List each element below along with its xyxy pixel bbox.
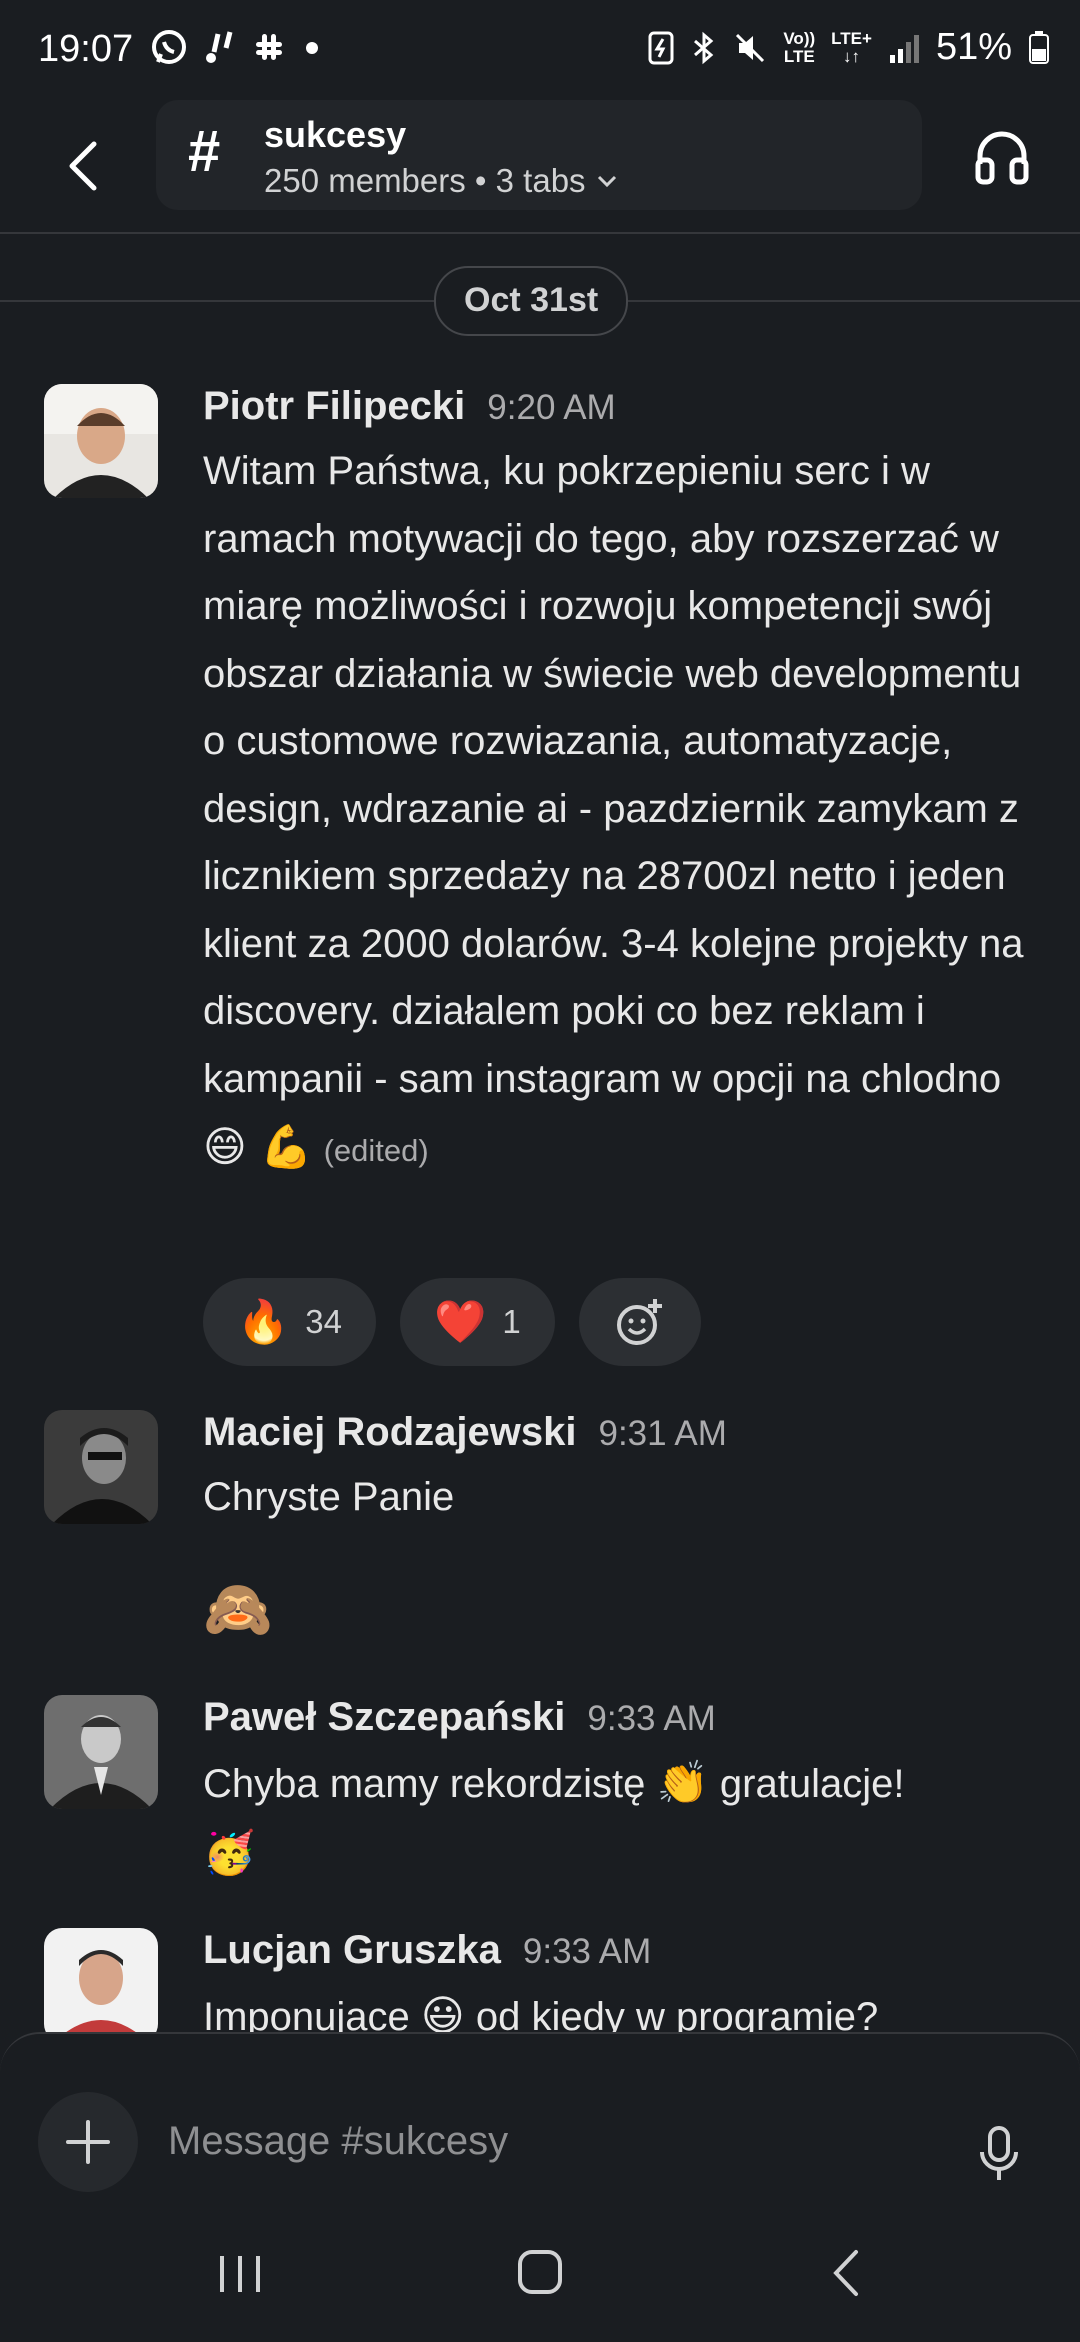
message-header: Paweł Szczepański 9:33 AM [203, 1695, 716, 1740]
lte-indicator: LTE+ ↓↑ [831, 28, 872, 66]
author-name[interactable]: Maciej Rodzajewski [203, 1410, 576, 1455]
home-icon[interactable] [516, 2248, 564, 2296]
message-emojis: 😄 💪 [203, 1122, 313, 1171]
nav-back-icon[interactable] [826, 2248, 866, 2298]
recent-apps-icon[interactable] [216, 2252, 264, 2296]
message-text-content: Witam Państwa, ku pokrzepieniu serc i w … [203, 449, 1024, 1101]
status-right: Vo)) LTE LTE+ ↓↑ 51% [647, 26, 1050, 69]
bluetooth-icon [694, 31, 714, 64]
message-text: Chyba mamy rekordzistę 👏 gratulacje! 🥳 [203, 1749, 1043, 1888]
message-header: Maciej Rodzajewski 9:31 AM [203, 1410, 727, 1455]
message-input[interactable] [166, 2100, 950, 2182]
monkey-emoji: 🙈 [203, 1576, 273, 1642]
status-time: 19:07 [38, 28, 134, 70]
message-time: 9:20 AM [487, 388, 616, 427]
avatar[interactable] [44, 1928, 158, 2032]
reactions: 🔥 34 ❤️ 1 [203, 1278, 701, 1366]
reaction-fire[interactable]: 🔥 34 [203, 1278, 377, 1366]
message-text: Imponujace 😃 od kiedy w programie? [203, 1982, 1043, 2032]
slack-icon [256, 34, 282, 60]
message-header: Lucjan Gruszka 9:33 AM [203, 1928, 651, 1973]
reaction-count: 34 [305, 1303, 343, 1340]
chevron-down-icon [597, 175, 616, 188]
hash-icon: # [188, 119, 221, 184]
message-text-content: Chryste Panie [203, 1475, 455, 1519]
reaction-heart[interactable]: ❤️ 1 [400, 1278, 555, 1366]
notification-icons [150, 28, 322, 66]
message-text-after: od kiedy w programie? [475, 1995, 879, 2032]
avatar[interactable] [44, 384, 158, 498]
message-text: Witam Państwa, ku pokrzepieniu serc i w … [203, 438, 1043, 1185]
back-arrow-icon[interactable] [54, 126, 114, 206]
fire-icon: 🔥 [237, 1297, 290, 1346]
heart-icon: ❤️ [434, 1297, 487, 1346]
message-header: Piotr Filipecki 9:20 AM [203, 384, 616, 429]
voicemail-icon [206, 31, 233, 63]
battery-percent: 51% [935, 26, 1012, 68]
party-emoji: 🥳 [203, 1827, 256, 1877]
message-text-before: Imponujace [203, 1995, 410, 2032]
message-text-after: gratulacje! [719, 1762, 905, 1806]
author-name[interactable]: Paweł Szczepański [203, 1695, 565, 1740]
clapping-emoji: 👏 [656, 1758, 709, 1807]
mute-icon [736, 33, 765, 62]
status-bar: 19:07 Vo)) LTE LTE+ ↓↑ 51% [0, 0, 1080, 100]
battery-icon [1029, 30, 1049, 64]
smiley-emoji: 😃 [420, 1991, 465, 2032]
message-text-before: Chyba mamy rekordzistę [203, 1762, 646, 1806]
edited-label: (edited) [323, 1133, 429, 1168]
microphone-icon[interactable] [976, 2124, 1022, 2184]
channel-info-button[interactable]: # sukcesy 250 members • 3 tabs [156, 100, 922, 210]
channel-header: # sukcesy 250 members • 3 tabs [0, 100, 1080, 234]
message-time: 9:33 AM [587, 1699, 716, 1738]
battery-saver-icon [648, 31, 674, 64]
attach-button[interactable] [38, 2092, 138, 2192]
author-name[interactable]: Piotr Filipecki [203, 384, 465, 429]
message-text: Chryste Panie 🙈 [203, 1464, 1043, 1649]
headphones-icon[interactable] [972, 126, 1032, 186]
whatsapp-icon [152, 30, 186, 64]
channel-subtitle: 250 members • 3 tabs [264, 162, 620, 200]
author-name[interactable]: Lucjan Gruszka [203, 1928, 501, 1973]
message[interactable]: Lucjan Gruszka 9:33 AM Imponujace 😃 od k… [0, 1928, 1080, 2032]
message-time: 9:33 AM [522, 1932, 652, 1971]
dot-icon [306, 42, 318, 54]
avatar[interactable] [44, 1695, 158, 1809]
channel-name: sukcesy [264, 114, 407, 155]
date-divider[interactable]: Oct 31st [434, 266, 629, 336]
message-time: 9:31 AM [598, 1414, 727, 1453]
plus-icon [66, 2120, 110, 2164]
add-reaction-button[interactable] [578, 1278, 701, 1366]
volte-indicator: Vo)) LTE [783, 28, 816, 66]
channel-subtitle-text: 250 members • 3 tabs [264, 162, 586, 199]
signal-icon [889, 34, 919, 63]
avatar[interactable] [44, 1410, 158, 1524]
reaction-count: 1 [502, 1303, 521, 1340]
add-emoji-icon [616, 1299, 662, 1345]
